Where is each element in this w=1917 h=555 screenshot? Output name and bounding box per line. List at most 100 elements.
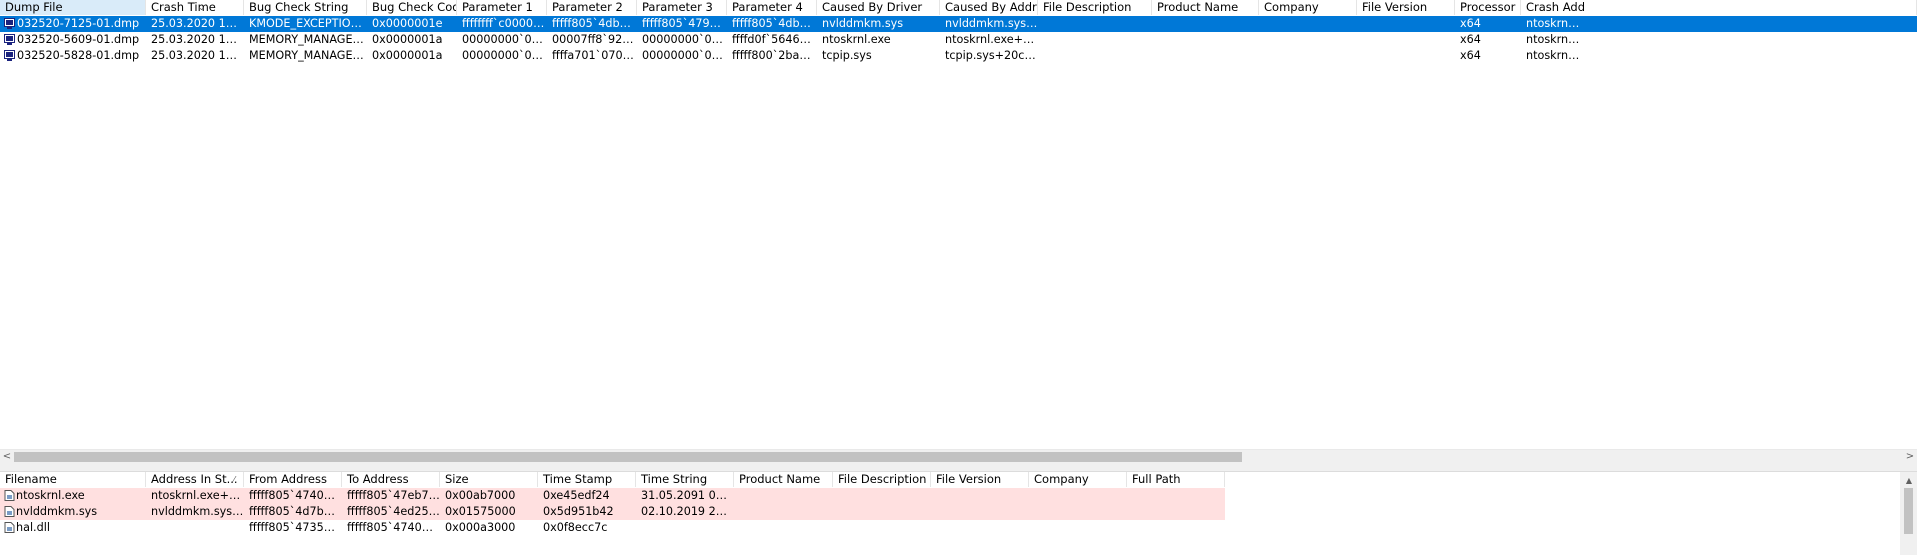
col-header-product-name[interactable]: Product Name bbox=[1152, 0, 1259, 15]
cell-dump-file: 032520-5828-01.dmp bbox=[17, 49, 140, 62]
cell-company bbox=[1029, 504, 1127, 520]
cell-file-description bbox=[833, 488, 931, 504]
driver-row[interactable]: ntoskrnl.exe ntoskrnl.exe+25ad... fffff8… bbox=[0, 488, 1917, 504]
pane-splitter[interactable] bbox=[0, 463, 1917, 472]
cell-parameter-1: ffffffff`c000001d bbox=[462, 17, 547, 30]
cell-file-version bbox=[931, 488, 1029, 504]
vertical-scrollbar[interactable]: ▲ bbox=[1900, 472, 1917, 555]
cell-parameter-2: 00007ff8`929e17ec bbox=[552, 33, 637, 46]
col-header-file-description[interactable]: File Description bbox=[1038, 0, 1152, 15]
col-header-bug-check-string[interactable]: Bug Check String bbox=[244, 0, 367, 15]
col-header-parameter-3[interactable]: Parameter 3 bbox=[637, 0, 727, 15]
cell-file-version bbox=[1357, 32, 1455, 48]
cell-product-name bbox=[734, 520, 833, 536]
col-header-parameter-4[interactable]: Parameter 4 bbox=[727, 0, 817, 15]
cell-to-address: fffff805`47400000 bbox=[347, 521, 440, 534]
cell-caused-by-address: ntoskrnl.exe+1c14e0 bbox=[945, 33, 1038, 46]
col-header-time-string[interactable]: Time String bbox=[636, 472, 734, 487]
col-header-bug-check-code[interactable]: Bug Check Code bbox=[367, 0, 457, 15]
driver-row[interactable]: hal.dll fffff805`4735d000 fffff805`47400… bbox=[0, 520, 1917, 536]
cell-parameter-2: fffff805`4dbb19ae bbox=[552, 17, 637, 30]
col-header-from-address[interactable]: From Address bbox=[244, 472, 342, 487]
cell-parameter-4: ffffd0f`56461b00 bbox=[732, 33, 817, 46]
col-header-filename[interactable]: Filename bbox=[0, 472, 146, 487]
cell-parameter-1: 00000000`000619... bbox=[462, 33, 547, 46]
cell-product-name bbox=[734, 504, 833, 520]
cell-caused-by-driver: nvlddmkm.sys bbox=[822, 17, 904, 30]
col-header-caused-by-driver[interactable]: Caused By Driver bbox=[817, 0, 940, 15]
cell-file-description bbox=[1038, 32, 1152, 48]
driver-list-header: Filename Address In St... ⁄ From Address … bbox=[0, 472, 1917, 487]
cell-bug-check-code: 0x0000001a bbox=[372, 49, 443, 62]
cell-caused-by-address: nvlddmkm.sys+3d... bbox=[945, 17, 1038, 30]
cell-time-string bbox=[636, 520, 734, 536]
cell-time-string: 02.10.2019 22:48:50 bbox=[636, 504, 734, 520]
cell-filename: ntoskrnl.exe bbox=[0, 488, 146, 504]
cell-bug-check-code: 0x0000001e bbox=[372, 17, 443, 30]
cell-from-address: fffff805`4d7b0000 bbox=[244, 504, 342, 520]
cell-time-string: 31.05.2091 05:05:56 bbox=[636, 488, 734, 504]
cell-processor: x64 bbox=[1460, 33, 1481, 46]
cell-full-path bbox=[1127, 504, 1225, 520]
crash-row[interactable]: 032520-7125-01.dmp 25.03.2020 19:38:17 K… bbox=[0, 16, 1917, 32]
cell-size: 0x000a3000 bbox=[445, 521, 516, 534]
col-header-full-path[interactable]: Full Path bbox=[1127, 472, 1225, 487]
col-header-company[interactable]: Company bbox=[1029, 472, 1127, 487]
cell-bug-check-string: MEMORY_MANAGEMENT bbox=[249, 33, 367, 46]
cell-processor: x64 bbox=[1460, 17, 1481, 30]
cell-crash-address: ntoskrnl.e bbox=[1526, 33, 1581, 46]
driver-row[interactable]: nvlddmkm.sys nvlddmkm.sys+3d... fffff805… bbox=[0, 504, 1917, 520]
cell-product-name bbox=[734, 488, 833, 504]
cell-time-stamp: 0xe45edf24 bbox=[538, 488, 636, 504]
cell-parameter-4: fffff800`2ba67180 bbox=[732, 49, 817, 62]
col-header-crash-address[interactable]: Crash Add bbox=[1521, 0, 1917, 15]
col-header-time-stamp[interactable]: Time Stamp bbox=[538, 472, 636, 487]
crash-row[interactable]: 032520-5828-01.dmp 25.03.2020 18:23:59 M… bbox=[0, 48, 1917, 64]
cell-file-description bbox=[833, 504, 931, 520]
col-header-dump-file[interactable]: Dump File bbox=[0, 0, 146, 15]
col-header-caused-by-address[interactable]: Caused By Address bbox=[940, 0, 1038, 15]
cell-product-name bbox=[1152, 32, 1259, 48]
col-header-processor[interactable]: Processor bbox=[1455, 0, 1521, 15]
scrollbar-thumb[interactable] bbox=[14, 452, 1242, 462]
cell-crash-address: ntoskrnl.e bbox=[1526, 49, 1581, 62]
cell-to-address: fffff805`4ed25000 bbox=[342, 504, 440, 520]
scroll-up-icon[interactable]: ▲ bbox=[1902, 474, 1916, 488]
col-header-file-description[interactable]: File Description bbox=[833, 472, 931, 487]
horizontal-scrollbar[interactable]: < > bbox=[0, 449, 1917, 464]
cell-company bbox=[1029, 520, 1127, 536]
scroll-right-icon[interactable]: > bbox=[1903, 450, 1917, 464]
col-header-crash-time[interactable]: Crash Time ⌄ bbox=[146, 0, 244, 15]
scroll-left-icon[interactable]: < bbox=[0, 450, 14, 464]
cell-parameter-3: 00000000`000000... bbox=[642, 49, 727, 62]
cell-from-address: fffff805`47400000 bbox=[244, 488, 342, 504]
cell-parameter-4: fffff805`4db8652c bbox=[732, 17, 817, 30]
col-header-file-version[interactable]: File Version bbox=[1357, 0, 1455, 15]
cell-file-version bbox=[931, 520, 1029, 536]
cell-bug-check-code: 0x0000001a bbox=[372, 33, 443, 46]
col-header-size[interactable]: Size bbox=[440, 472, 538, 487]
cell-file-description bbox=[1038, 48, 1152, 64]
sort-arrow-icon: ⌄ bbox=[198, 3, 205, 12]
col-header-parameter-1[interactable]: Parameter 1 bbox=[457, 0, 547, 15]
cell-processor: x64 bbox=[1460, 49, 1481, 62]
col-header-to-address[interactable]: To Address bbox=[342, 472, 440, 487]
cell-caused-by-address: tcpip.sys+20ca4 bbox=[945, 49, 1038, 62]
cell-address-in-stack: ntoskrnl.exe+25ad... bbox=[146, 488, 244, 504]
cell-size: 0x00ab7000 bbox=[440, 488, 538, 504]
cell-parameter-1: 00000000`000619... bbox=[462, 49, 547, 62]
cell-file-description bbox=[1038, 16, 1152, 32]
cell-caused-by-driver: ntoskrnl.exe bbox=[822, 33, 891, 46]
cell-product-name bbox=[1152, 48, 1259, 64]
cell-company bbox=[1029, 488, 1127, 504]
col-header-file-version[interactable]: File Version bbox=[931, 472, 1029, 487]
cell-caused-by-driver: tcpip.sys bbox=[822, 49, 872, 62]
cell-file-description bbox=[833, 520, 931, 536]
scrollbar-thumb[interactable] bbox=[1904, 488, 1913, 534]
crash-row[interactable]: 032520-5609-01.dmp 25.03.2020 18:26:58 M… bbox=[0, 32, 1917, 48]
cell-parameter-3: fffff805`47991400 bbox=[642, 17, 727, 30]
col-header-address-in-stack[interactable]: Address In St... ⁄ bbox=[146, 472, 244, 487]
col-header-parameter-2[interactable]: Parameter 2 bbox=[547, 0, 637, 15]
col-header-company[interactable]: Company bbox=[1259, 0, 1357, 15]
col-header-product-name[interactable]: Product Name bbox=[734, 472, 833, 487]
